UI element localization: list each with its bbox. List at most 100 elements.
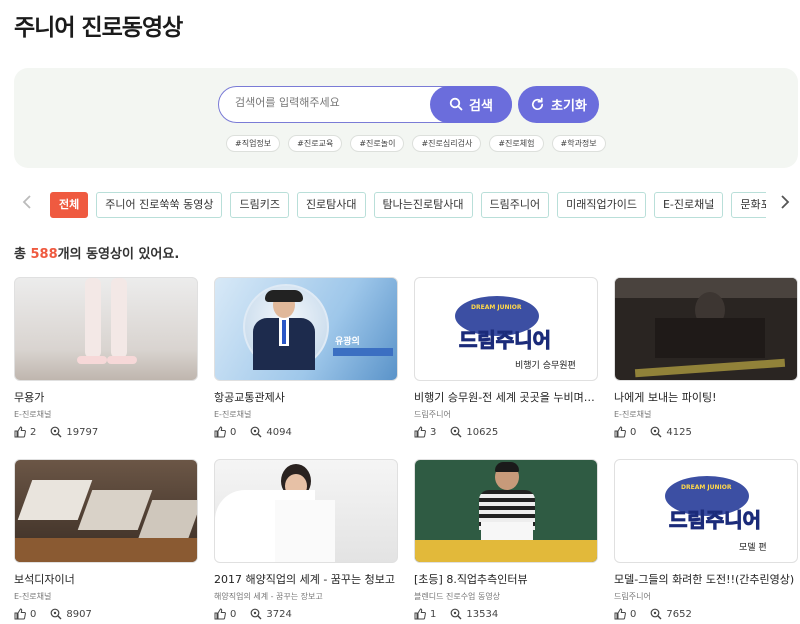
chevron-left-icon[interactable]	[18, 194, 36, 215]
thumbnail-caption: 모델 편	[739, 543, 767, 553]
search-icon	[449, 97, 463, 111]
video-channel: E-진로채널	[214, 410, 252, 419]
thumbnail-caption: 유광의	[335, 337, 360, 347]
thumbs-up-icon	[414, 426, 426, 438]
like-count: 1	[430, 608, 437, 620]
chevron-right-icon[interactable]	[776, 194, 794, 215]
category-tab-all[interactable]: 전체	[50, 192, 89, 218]
video-card[interactable]: DREAM JUNIOR 드림주니어 모델 편 모델-그들의 화려한 도전!!(…	[614, 459, 798, 620]
view-count: 4094	[266, 426, 292, 438]
category-list: 전체 주니어 진로쑥쑥 동영상 드림키즈 진로탐사대 탐나는진로탐사대 드림주니…	[50, 192, 766, 220]
search-view-icon	[50, 426, 62, 438]
video-thumbnail[interactable]: DREAM JUNIOR 드림주니어 모델 편	[614, 459, 798, 563]
video-thumbnail[interactable]	[14, 277, 198, 381]
category-tab[interactable]: 진로탐사대	[296, 192, 366, 218]
video-channel: 드림주니어	[614, 592, 651, 601]
video-channel: 해양직업의 세계 - 꿈꾸는 장보고	[214, 592, 323, 601]
video-stats: 0 3724	[214, 608, 398, 620]
video-thumbnail[interactable]	[214, 459, 398, 563]
category-bar: 전체 주니어 진로쑥쑥 동영상 드림키즈 진로탐사대 탐나는진로탐사대 드림주니…	[14, 190, 800, 220]
view-count: 4125	[666, 426, 692, 438]
video-channel: 블렌디드 진로수업 동영상	[414, 592, 501, 601]
category-tab[interactable]: 문화포털 돋	[731, 192, 766, 218]
video-title[interactable]: 항공교통관제사	[214, 389, 398, 405]
category-tab[interactable]: 탐나는진로탐사대	[373, 192, 473, 218]
hashtag-list: #직업정보 #진로교육 #진로놀이 #진로심리검사 #진로체험 #학과정보	[226, 135, 606, 152]
search-button[interactable]: 검색	[430, 85, 512, 123]
category-tab[interactable]: 주니어 진로쑥쑥 동영상	[96, 192, 223, 218]
search-button-label: 검색	[469, 98, 493, 114]
video-stats: 3 10625	[414, 426, 598, 438]
logo-tagline: DREAM JUNIOR	[681, 484, 732, 491]
video-title[interactable]: 비행기 승무원-전 세계 곳곳을 누비며 국…	[414, 389, 598, 405]
thumbs-up-icon	[14, 608, 26, 620]
thumbs-up-icon	[414, 608, 426, 620]
video-stats: 0 4094	[214, 426, 398, 438]
thumbs-up-icon	[214, 608, 226, 620]
video-stats: 0 7652	[614, 608, 798, 620]
hashtag[interactable]: #진로심리검사	[412, 135, 482, 152]
like-count: 0	[30, 608, 37, 620]
hashtag[interactable]: #직업정보	[226, 135, 281, 152]
video-count: 총 588개의 동영상이 있어요.	[14, 243, 179, 262]
category-tab[interactable]: 미래직업가이드	[557, 192, 646, 218]
view-count: 13534	[466, 608, 499, 620]
search-panel: 검색 초기화 #직업정보 #진로교육 #진로놀이 #진로심리검사 #진로체험 #…	[14, 68, 798, 168]
video-thumbnail[interactable]	[414, 459, 598, 563]
video-thumbnail[interactable]: 유광의	[214, 277, 398, 381]
video-title[interactable]: 2017 해양직업의 세계 - 꿈꾸는 청보고	[214, 571, 398, 587]
video-title[interactable]: 나에게 보내는 파이팅!	[614, 389, 798, 405]
hashtag[interactable]: #진로놀이	[350, 135, 405, 152]
video-thumbnail[interactable]	[614, 277, 798, 381]
count-number: 588	[30, 247, 58, 262]
video-thumbnail[interactable]: DREAM JUNIOR 드림주니어 비행기 승무원편	[414, 277, 598, 381]
view-count: 10625	[466, 426, 499, 438]
logo-tagline: DREAM JUNIOR	[471, 304, 522, 311]
video-title[interactable]: 보석디자이너	[14, 571, 198, 587]
like-count: 0	[630, 608, 637, 620]
search-view-icon	[50, 608, 62, 620]
video-stats: 0 8907	[14, 608, 198, 620]
hashtag[interactable]: #학과정보	[551, 135, 606, 152]
video-card[interactable]: 무용가 E-진로채널 2 19797	[14, 277, 198, 438]
search-view-icon	[650, 426, 662, 438]
video-channel: E-진로채널	[14, 592, 52, 601]
like-count: 0	[630, 426, 637, 438]
hashtag[interactable]: #진로체험	[489, 135, 544, 152]
video-thumbnail[interactable]	[14, 459, 198, 563]
search-view-icon	[450, 608, 462, 620]
count-prefix: 총	[14, 247, 31, 262]
view-count: 7652	[666, 608, 692, 620]
video-card[interactable]: 보석디자이너 E-진로채널 0 8907	[14, 459, 198, 620]
logo-text: 드림주니어	[669, 508, 762, 533]
video-card[interactable]: [초등] 8.직업추측인터뷰 블렌디드 진로수업 동영상 1 13534	[414, 459, 598, 620]
thumbs-up-icon	[14, 426, 26, 438]
category-tab[interactable]: 드림주니어	[480, 192, 550, 218]
video-card[interactable]: 나에게 보내는 파이팅! E-진로채널 0 4125	[614, 277, 798, 438]
video-card[interactable]: 2017 해양직업의 세계 - 꿈꾸는 청보고 해양직업의 세계 - 꿈꾸는 장…	[214, 459, 398, 620]
view-count: 8907	[66, 608, 92, 620]
search-view-icon	[250, 426, 262, 438]
thumbnail-caption: 비행기 승무원편	[515, 361, 576, 371]
like-count: 2	[30, 426, 37, 438]
video-title[interactable]: 무용가	[14, 389, 198, 405]
reset-button[interactable]: 초기화	[518, 86, 599, 123]
hashtag[interactable]: #진로교육	[288, 135, 343, 152]
video-card[interactable]: 유광의 항공교통관제사 E-진로채널 0 4094	[214, 277, 398, 438]
video-channel: E-진로채널	[614, 410, 652, 419]
like-count: 0	[230, 608, 237, 620]
logo-text: 드림주니어	[459, 328, 552, 353]
search-input[interactable]	[235, 96, 425, 109]
video-channel: E-진로채널	[14, 410, 52, 419]
view-count: 19797	[66, 426, 99, 438]
search-view-icon	[450, 426, 462, 438]
thumbs-up-icon	[614, 426, 626, 438]
video-title[interactable]: [초등] 8.직업추측인터뷰	[414, 571, 598, 587]
category-tab[interactable]: E-진로채널	[653, 192, 724, 218]
video-card[interactable]: DREAM JUNIOR 드림주니어 비행기 승무원편 비행기 승무원-전 세계…	[414, 277, 598, 438]
like-count: 3	[430, 426, 437, 438]
search-view-icon	[250, 608, 262, 620]
category-tab[interactable]: 드림키즈	[230, 192, 289, 218]
video-title[interactable]: 모델-그들의 화려한 도전!!(간추린영상)	[614, 571, 798, 587]
video-channel: 드림주니어	[414, 410, 451, 419]
